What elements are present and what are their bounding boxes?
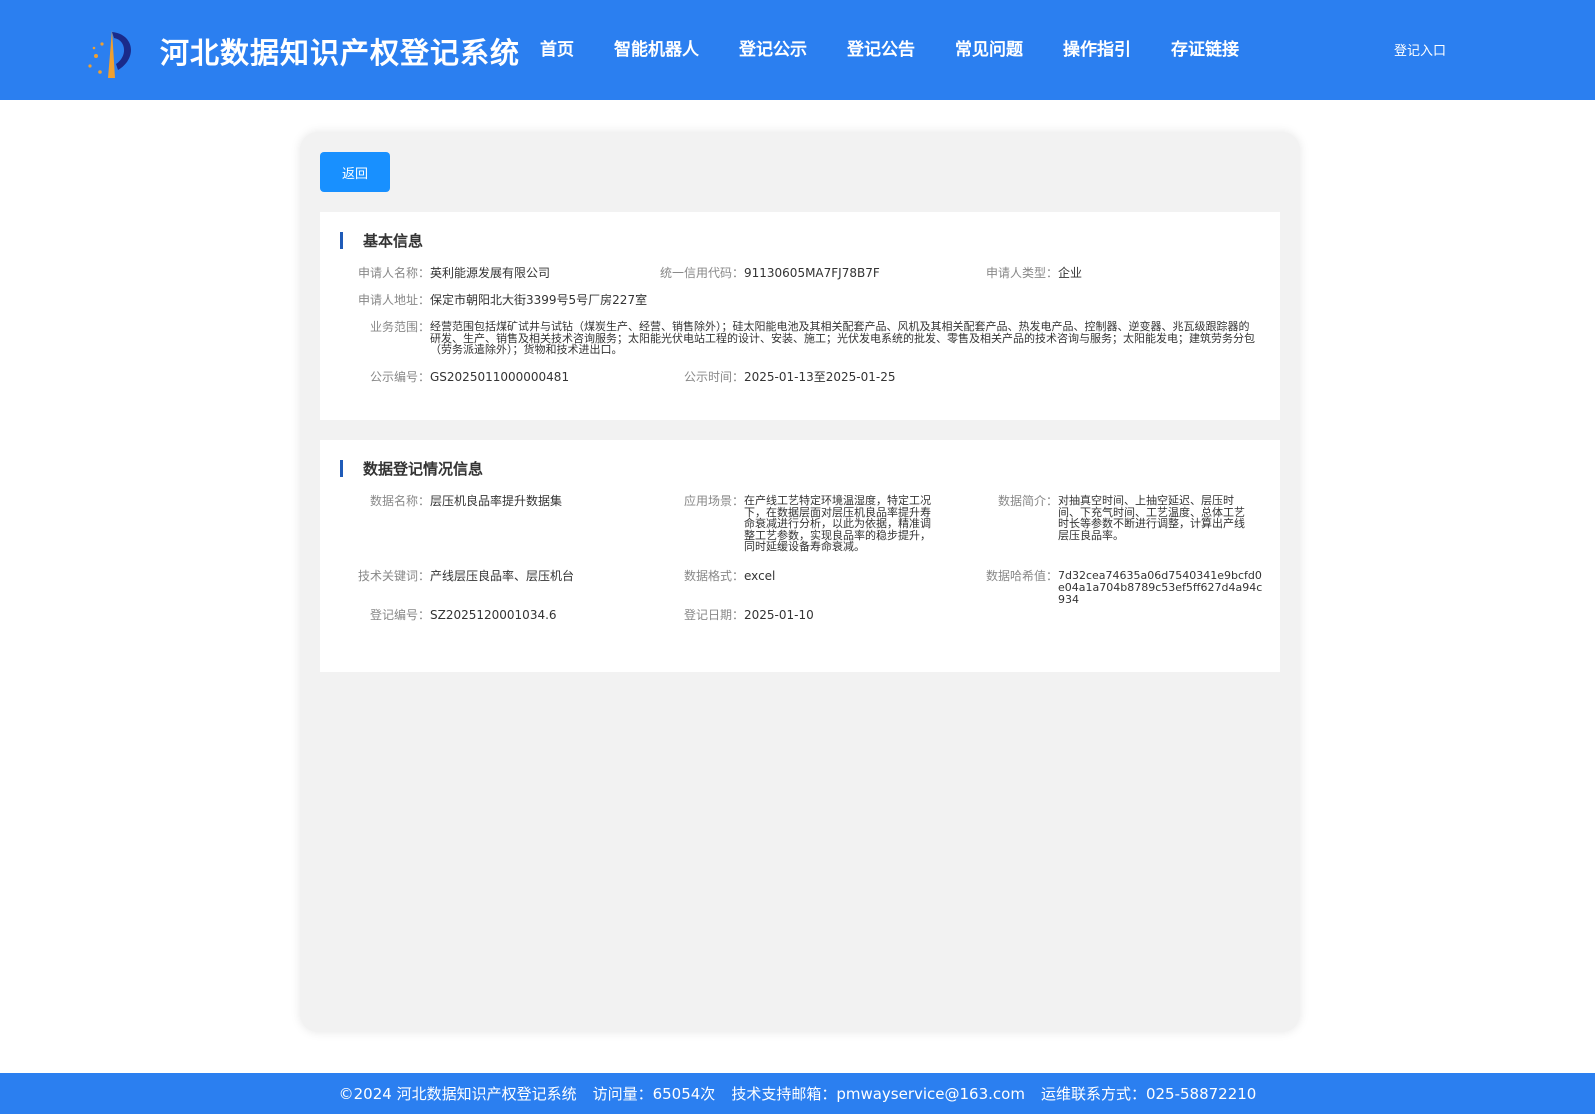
nav-publicity[interactable]: 登记公示 [739,35,807,60]
data-registration-card: 数据登记情况信息 数据名称： 层压机良品率提升数据集 应用场景： 在产线工艺特定… [320,440,1280,672]
main-nav: 首页 智能机器人 登记公示 登记公告 常见问题 操作指引 存证链接 [540,35,1279,60]
nav-guide[interactable]: 操作指引 [1063,35,1131,60]
back-button[interactable]: 返回 [320,152,390,192]
applicant-type-value: 企业 [1058,266,1083,280]
scene-label: 应用场景： [683,494,744,508]
detail-panel: 返回 基本信息 申请人名称： 英利能源发展有限公司 统一信用代码： 911306… [300,132,1300,1032]
data-registration-heading: 数据登记情况信息 [340,458,483,478]
nav-robot[interactable]: 智能机器人 [614,35,699,60]
credit-code-label: 统一信用代码： [659,266,744,280]
footer-contact-phone: 运维联系方式：025-58872210 [1040,1085,1257,1103]
publicity-no-label: 公示编号： [369,370,430,384]
address-label: 申请人地址： [357,293,430,307]
nav-announcement[interactable]: 登记公告 [847,35,915,60]
publicity-no-value: GS2025011000000481 [430,370,570,384]
publicity-time-label: 公示时间： [683,370,744,384]
nav-home[interactable]: 首页 [540,35,574,60]
footer-visits: 访问量：65054次 [592,1085,716,1103]
applicant-name-label: 申请人名称： [357,266,430,280]
intro-value: 对抽真空时间、上抽空延迟、层压时间、下充气时间、工艺温度、总体工艺时长等参数不断… [1058,494,1245,542]
section-bar [340,459,343,477]
basic-info-title: 基本信息 [363,231,424,250]
data-registration-title: 数据登记情况信息 [363,459,484,478]
scene-value: 在产线工艺特定环境温湿度，特定工况下，在数据层面对层压机良品率提升寿命衰减进行分… [744,494,931,553]
top-header: 河北数据知识产权登记系统 首页 智能机器人 登记公示 登记公告 常见问题 操作指… [0,0,1595,100]
applicant-name-value: 英利能源发展有限公司 [430,266,551,280]
login-link[interactable]: 登记入口 [1394,40,1446,59]
footer-copyright: ©2024 河北数据知识产权登记系统 [338,1085,577,1103]
data-name-label: 数据名称： [369,494,430,508]
reg-no-value: SZ2025120001034.6 [430,608,557,622]
format-label: 数据格式： [683,569,744,583]
reg-no-label: 登记编号： [369,608,430,622]
nav-evidence-link[interactable]: 存证链接 [1171,35,1239,60]
footer-support-email: 技术支持邮箱：pmwayservice@163.com [731,1085,1025,1103]
reg-date-label: 登记日期： [683,608,744,622]
business-scope-value: 经营范围包括煤矿试井与试钻（煤炭生产、经营、销售除外）；硅太阳能电池及其相关配套… [430,320,1255,356]
applicant-type-label: 申请人类型： [985,266,1058,280]
hash-value: 7d32cea74635a06d7540341e9bcfd0e04a1a704b… [1058,569,1263,606]
site-logo-icon[interactable] [82,26,138,80]
basic-info-heading: 基本信息 [340,230,423,250]
site-title: 河北数据知识产权登记系统 [160,36,521,70]
keywords-label: 技术关键词： [357,569,430,583]
publicity-time-value: 2025-01-13至2025-01-25 [744,370,896,384]
nav-faq[interactable]: 常见问题 [955,35,1023,60]
format-value: excel [744,569,776,583]
page-footer: ©2024 河北数据知识产权登记系统 访问量：65054次 技术支持邮箱：pmw… [0,1073,1595,1114]
intro-label: 数据简介： [997,494,1058,508]
section-bar [340,231,343,249]
address-value: 保定市朝阳北大街3399号5号厂房227室 [430,293,648,307]
business-scope-label: 业务范围： [369,320,430,334]
data-name-value: 层压机良品率提升数据集 [430,494,563,508]
basic-info-card: 基本信息 申请人名称： 英利能源发展有限公司 统一信用代码： 91130605M… [320,212,1280,420]
reg-date-value: 2025-01-10 [744,608,814,622]
hash-label: 数据哈希值： [985,569,1058,583]
keywords-value: 产线层压良品率、层压机台 [430,569,575,583]
credit-code-value: 91130605MA7FJ78B7F [744,266,880,280]
